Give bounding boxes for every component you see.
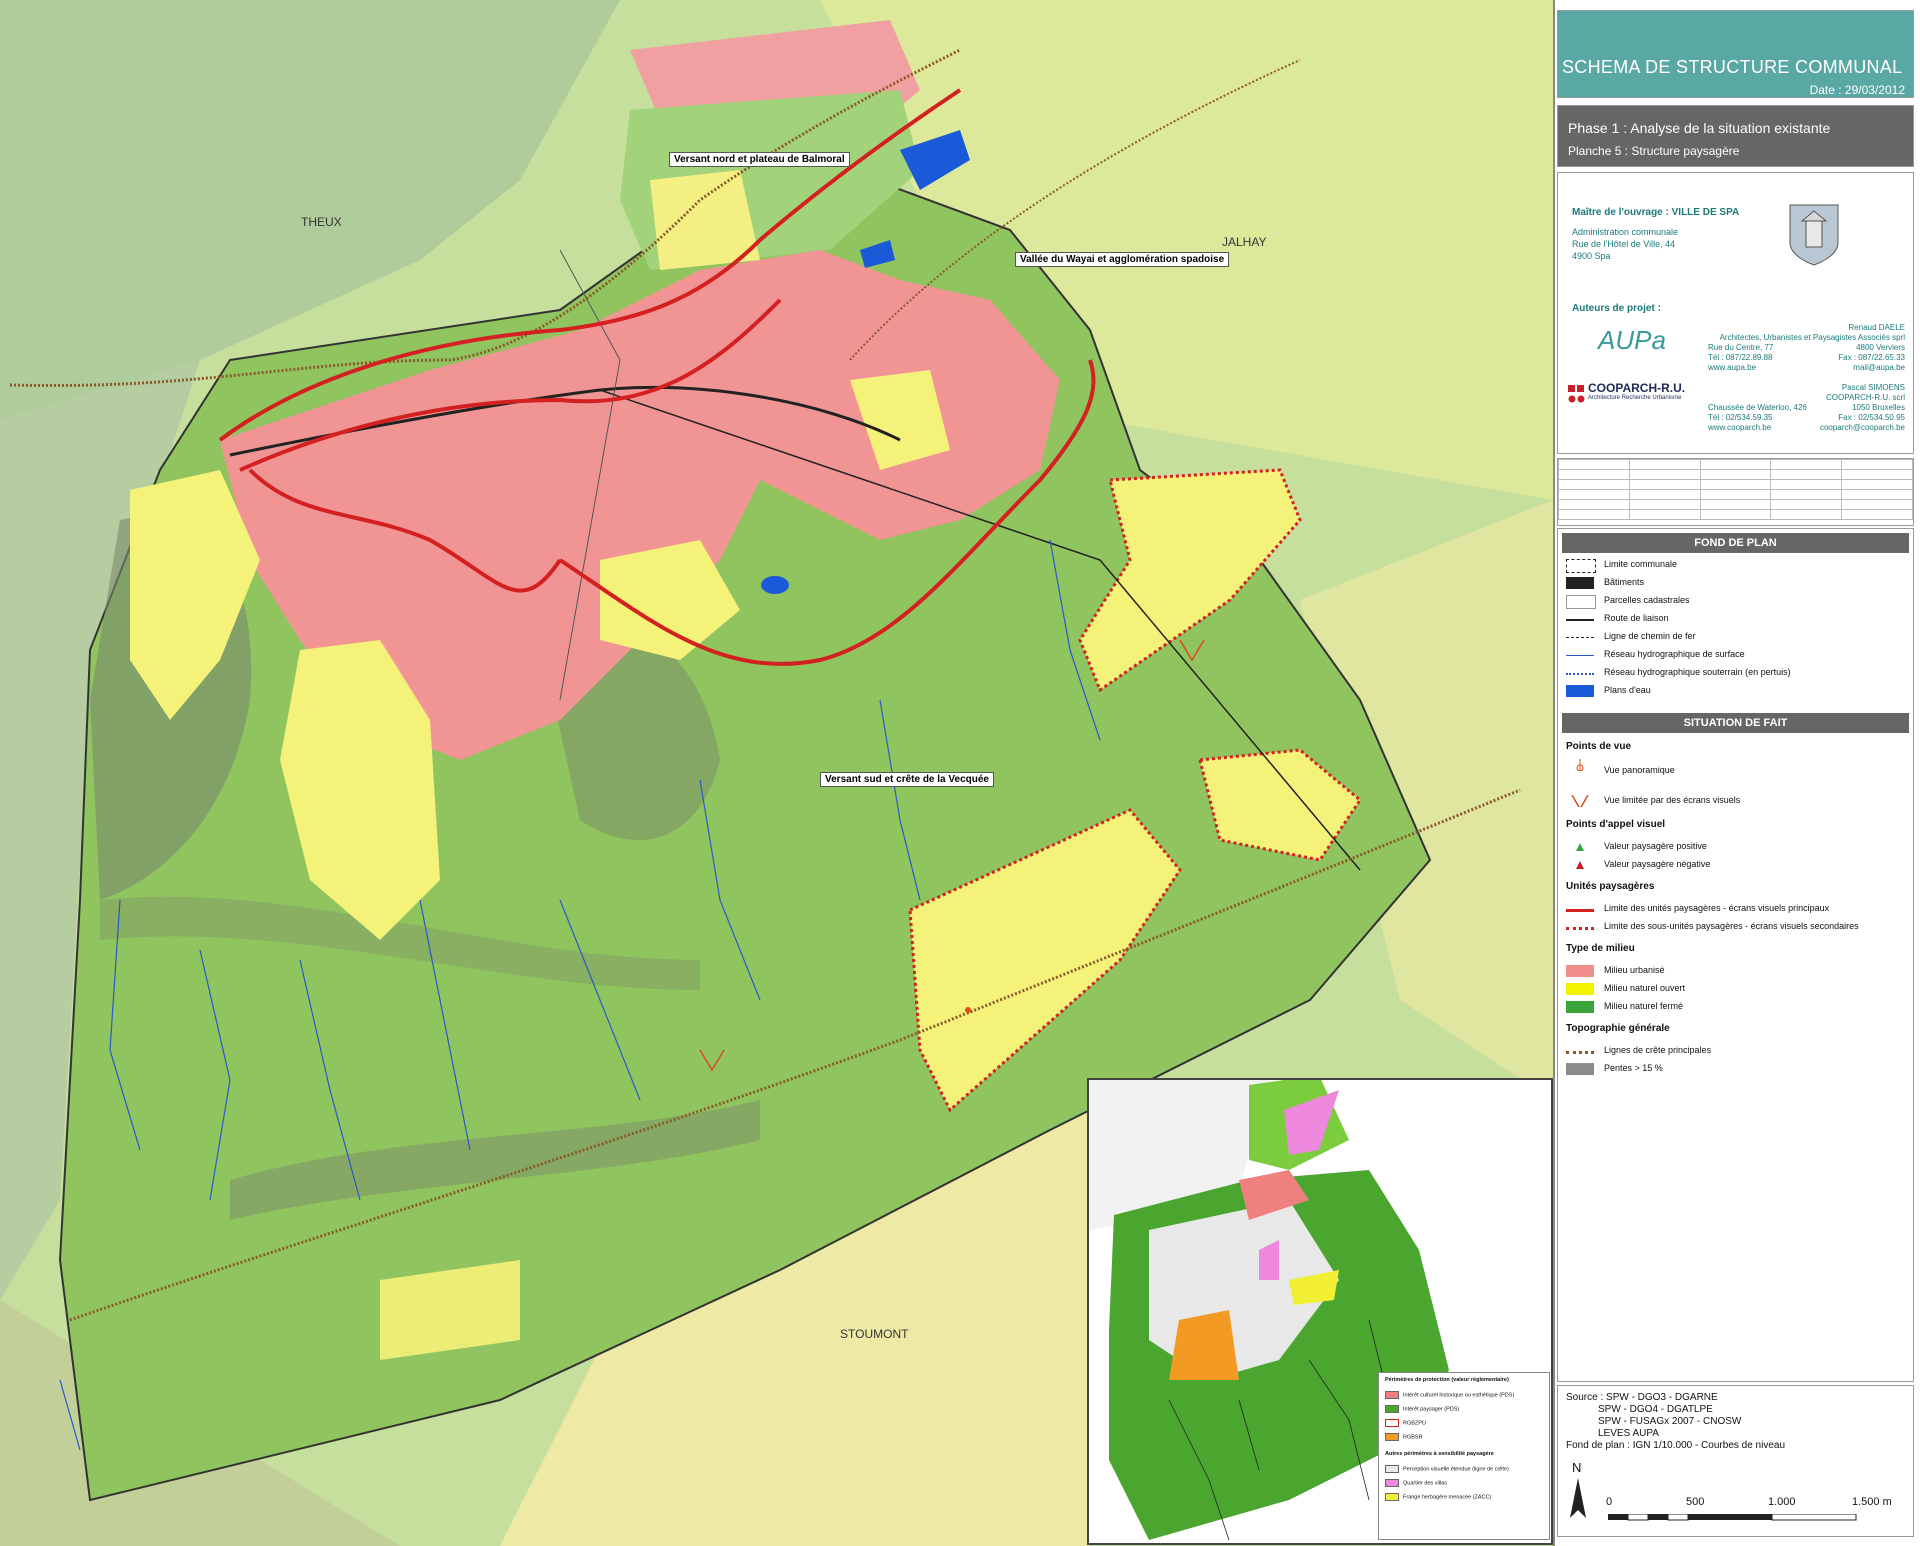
scale-label: 500 [1686, 1496, 1705, 1508]
aupa-logo: AUPa [1598, 325, 1666, 355]
author-line: Fax : 087/22.65.33 [1838, 353, 1905, 362]
source-block: Source : SPW - DGO3 - DGARNE SPW - DGO4 … [1557, 1385, 1914, 1537]
inset-legend-item: Quartier des villas [1385, 1479, 1447, 1487]
document-date: Date : 29/03/2012 [1809, 83, 1905, 97]
legend: FOND DE PLAN Limite communale Bâtiments … [1557, 528, 1914, 1382]
scale-label: 1.000 [1768, 1496, 1796, 1508]
inset-legend-item: Frange herbagère menacée (ZACC) [1385, 1493, 1491, 1501]
author-line: cooparch@cooparch.be [1819, 423, 1905, 432]
author-line: 1050 Bruxelles [1852, 403, 1905, 412]
scale-bar [1608, 1514, 1857, 1521]
owner-line: Administration communale [1572, 227, 1679, 237]
author-line: mail@aupa.be [1853, 363, 1905, 372]
revision-table [1557, 458, 1914, 526]
legend-subtitle: Type de milieu [1566, 943, 1635, 954]
legend-header-fond: FOND DE PLAN [1562, 533, 1909, 553]
author-line: Chaussée de Waterloo, 426 [1708, 403, 1807, 412]
inset-legend-item: Perception visuelle étendue (ligne de cr… [1385, 1465, 1509, 1473]
scale-label: 0 [1606, 1496, 1613, 1508]
north-label: N [1572, 1460, 1582, 1475]
author-line: Tél : 02/534.59.35 [1708, 413, 1773, 422]
scale-label: 1.500 m [1852, 1496, 1892, 1508]
author-line: Tél : 087/22.89.88 [1708, 353, 1773, 362]
callout-wayai: Vallée du Wayai et agglomération spadois… [1015, 252, 1230, 267]
author-line: Architectes, Urbanistes et Paysagistes A… [1719, 333, 1905, 342]
callout-balmoral: Versant nord et plateau de Balmoral [669, 152, 850, 167]
spa-coat-of-arms-icon [1789, 204, 1839, 266]
inset-legend-title: Périmètres de protection (valeur régleme… [1385, 1377, 1509, 1383]
inset-legend: Périmètres de protection (valeur régleme… [1378, 1372, 1550, 1540]
inset-legend-subtitle: Autres périmètres à sensibilité paysagèr… [1385, 1451, 1494, 1457]
legend-subtitle: Points d'appel visuel [1566, 819, 1666, 830]
map-label-stoumont: STOUMONT [840, 1327, 909, 1341]
author-line: Fax : 02/534.50.95 [1838, 413, 1905, 422]
document-title: SCHEMA DE STRUCTURE COMMUNAL [1562, 57, 1903, 77]
cooparch-logo: COOPARCH-R.U. [1588, 381, 1686, 395]
owner-line: 4900 Spa [1572, 251, 1611, 261]
source-line: SPW - FUSAGx 2007 - CNOSW [1598, 1416, 1742, 1427]
inset-legend-item: RGBZPU [1385, 1419, 1426, 1427]
author-line: 4800 Verviers [1856, 343, 1905, 352]
legend-subtitle: Topographie générale [1566, 1023, 1670, 1034]
cooparch-tagline: Architecture Recherche Urbanisme [1588, 395, 1682, 401]
sheet-title: Planche 5 : Structure paysagère [1568, 144, 1740, 158]
north-arrow-icon [1570, 1478, 1586, 1518]
author-line: Pascal SIMOENS [1841, 383, 1905, 392]
source-line: Source : SPW - DGO3 - DGARNE [1566, 1392, 1718, 1403]
legend-subtitle: Points de vue [1566, 741, 1632, 752]
author-line: www.cooparch.be [1708, 423, 1772, 432]
owner-line: Rue de l'Hôtel de Ville, 44 [1572, 239, 1676, 249]
authors-label: Auteurs de projet : [1572, 303, 1661, 314]
author-line: Renaud DAELE [1848, 323, 1905, 332]
source-line: Fond de plan : IGN 1/10.000 - Courbes de… [1566, 1440, 1786, 1451]
phase-block: Phase 1 : Analyse de la situation exista… [1557, 105, 1914, 167]
owner-label: Maître de l'ouvrage : VILLE DE SPA [1572, 207, 1740, 218]
map-label-theux: THEUX [301, 215, 342, 229]
author-line: Rue du Centre, 77 [1708, 343, 1774, 352]
author-line: www.aupa.be [1708, 363, 1757, 372]
callout-vecquee: Versant sud et crête de la Vecquée [820, 772, 994, 787]
phase-title: Phase 1 : Analyse de la situation exista… [1568, 120, 1831, 136]
inset-legend-item: RGBSR [1385, 1433, 1423, 1441]
legend-header-situation: SITUATION DE FAIT [1562, 713, 1909, 733]
map-label-jalhay: JALHAY [1222, 235, 1267, 249]
inset-legend-item: Intérêt culturel historique ou esthétiqu… [1385, 1391, 1514, 1399]
source-line: LEVES AUPA [1598, 1428, 1659, 1439]
title-block: SCHEMA DE STRUCTURE COMMUNAL Date : 29/0… [1557, 10, 1914, 98]
source-line: SPW - DGO4 - DGATLPE [1598, 1404, 1713, 1415]
author-line: COOPARCH-R.U. scrl [1826, 393, 1905, 402]
side-panel: SCHEMA DE STRUCTURE COMMUNAL Date : 29/0… [1553, 0, 1920, 1546]
legend-subtitle: Unités paysagères [1566, 881, 1655, 892]
owner-block: Maître de l'ouvrage : VILLE DE SPA Admin… [1557, 172, 1914, 454]
inset-legend-item: Intérêt paysager (PDS) [1385, 1405, 1459, 1413]
